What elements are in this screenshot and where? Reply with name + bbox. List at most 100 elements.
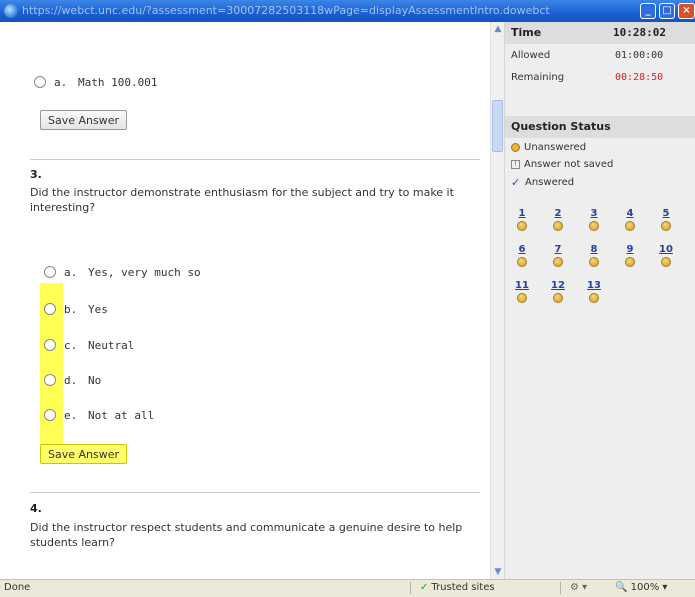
q3-option-b[interactable]: b. Yes (44, 299, 108, 319)
zoom-dropdown-icon: ▾ (662, 582, 668, 593)
question-4-number: 4. (30, 502, 42, 515)
window-title-bar: https://webct.unc.edu/?assessment=300072… (0, 0, 695, 22)
security-zone-label: Trusted sites (431, 582, 495, 593)
legend-not-saved-label: Answer not saved (524, 159, 614, 170)
question-separator (30, 492, 480, 493)
question-link-3[interactable]: 3 (581, 208, 607, 231)
question-link-4[interactable]: 4 (617, 208, 643, 231)
remaining-value: 00:28:50 (615, 72, 664, 83)
security-zone[interactable]: ✓ Trusted sites (420, 582, 495, 593)
legend-unanswered: Unanswered (511, 142, 586, 153)
option-letter: c. (64, 338, 78, 352)
status-divider (560, 582, 561, 594)
zoom-control[interactable]: 🔍 100% ▾ (615, 582, 667, 593)
radio-button[interactable] (44, 339, 56, 351)
not-saved-box-icon: ! (511, 160, 520, 169)
maximize-button[interactable]: □ (659, 3, 675, 19)
status-dot-icon (625, 257, 635, 267)
status-dot-icon (553, 221, 563, 231)
status-dot-icon (517, 257, 527, 267)
option-text: Neutral (88, 338, 135, 352)
option-letter: a. (64, 265, 78, 279)
scroll-up-arrow-icon[interactable]: ▲ (492, 23, 504, 35)
legend-answered: ✓ Answered (511, 176, 574, 189)
allowed-label: Allowed (511, 50, 551, 61)
save-answer-button-q3[interactable]: Save Answer (40, 444, 128, 464)
question-link-1[interactable]: 1 (509, 208, 535, 231)
minimize-button[interactable]: _ (640, 3, 656, 19)
current-time: 10:28:02 (613, 26, 666, 39)
question-link-13[interactable]: 13 (581, 280, 607, 303)
answered-check-icon: ✓ (511, 176, 521, 189)
status-dot-icon (517, 221, 527, 231)
time-header: Time 10:28:02 (505, 22, 695, 44)
status-dot-icon (589, 221, 599, 231)
q3-option-e[interactable]: e. Not at all (44, 405, 154, 425)
legend-answered-label: Answered (525, 177, 575, 188)
question-link-7[interactable]: 7 (545, 244, 571, 267)
question-link-2[interactable]: 2 (545, 208, 571, 231)
status-dot-icon (589, 257, 599, 267)
save-answer-button-previous[interactable]: Save Answer (40, 110, 128, 130)
scroll-thumb[interactable] (492, 100, 503, 152)
browser-status-bar: Done ✓ Trusted sites ⚙ ▾ 🔍 100% ▾ (0, 579, 695, 597)
allowed-value: 01:00:00 (615, 50, 664, 61)
q3-option-d[interactable]: d. No (44, 370, 101, 390)
option-text: No (88, 373, 102, 387)
radio-button[interactable] (44, 266, 56, 278)
option-text: Math 100.001 (78, 75, 158, 89)
radio-button[interactable] (44, 303, 56, 315)
question-link-10[interactable]: 10 (653, 244, 679, 267)
status-dot-icon (661, 221, 671, 231)
status-dot-icon (625, 221, 635, 231)
legend-not-saved: ! Answer not saved (511, 159, 613, 170)
question-separator (30, 159, 480, 160)
q3-option-c[interactable]: c. Neutral (44, 335, 134, 355)
close-button[interactable]: × (678, 3, 695, 19)
question-link-9[interactable]: 9 (617, 244, 643, 267)
question-link-11[interactable]: 11 (509, 280, 535, 303)
radio-button[interactable] (34, 76, 46, 88)
status-dot-icon (553, 257, 563, 267)
protected-mode-icon[interactable]: ⚙ ▾ (570, 582, 587, 593)
remaining-label: Remaining (511, 72, 565, 83)
time-label: Time (511, 26, 542, 39)
radio-button[interactable] (44, 374, 56, 386)
option-text: Yes, very much so (88, 265, 201, 279)
legend-unanswered-label: Unanswered (524, 142, 587, 153)
question-link-8[interactable]: 8 (581, 244, 607, 267)
question-link-6[interactable]: 6 (509, 244, 535, 267)
zoom-level: 100% (630, 582, 660, 593)
question-3-text: Did the instructor demonstrate enthusias… (30, 186, 454, 214)
content-scrollbar[interactable]: ▲ ▼ (490, 22, 504, 579)
status-dot-icon (661, 257, 671, 267)
question-3-number: 3. (30, 168, 42, 181)
option-letter: a. (54, 75, 68, 89)
zoom-magnifier-icon: 🔍 (615, 582, 628, 593)
unanswered-dot-icon (511, 143, 520, 152)
question-status-title: Question Status (511, 120, 611, 133)
assessment-side-panel: Time 10:28:02 Allowed 01:00:00 Remaining… (504, 22, 695, 579)
window-url: https://webct.unc.edu/?assessment=300072… (22, 4, 550, 17)
status-divider (410, 582, 411, 594)
option-letter: d. (64, 373, 78, 387)
option-text: Not at all (88, 408, 155, 422)
question-link-12[interactable]: 12 (545, 280, 571, 303)
question-4-text: Did the instructor respect students and … (30, 521, 463, 549)
assessment-content: a. Math 100.001 Save Answer 3. Did the i… (0, 22, 490, 579)
question-link-5[interactable]: 5 (653, 208, 679, 231)
trusted-check-icon: ✓ (420, 582, 429, 593)
option-letter: e. (64, 408, 78, 422)
q3-option-a[interactable]: a. Yes, very much so (44, 262, 201, 282)
previous-answer-option-a[interactable]: a. Math 100.001 (34, 72, 157, 92)
status-text: Done (4, 582, 31, 593)
status-dot-icon (589, 293, 599, 303)
question-status-header: Question Status (505, 116, 695, 138)
status-dot-icon (517, 293, 527, 303)
option-letter: b. (64, 302, 78, 316)
browser-icon (4, 4, 18, 18)
radio-button[interactable] (44, 409, 56, 421)
status-dot-icon (553, 293, 563, 303)
scroll-down-arrow-icon[interactable]: ▼ (492, 566, 504, 578)
option-text: Yes (88, 302, 108, 316)
